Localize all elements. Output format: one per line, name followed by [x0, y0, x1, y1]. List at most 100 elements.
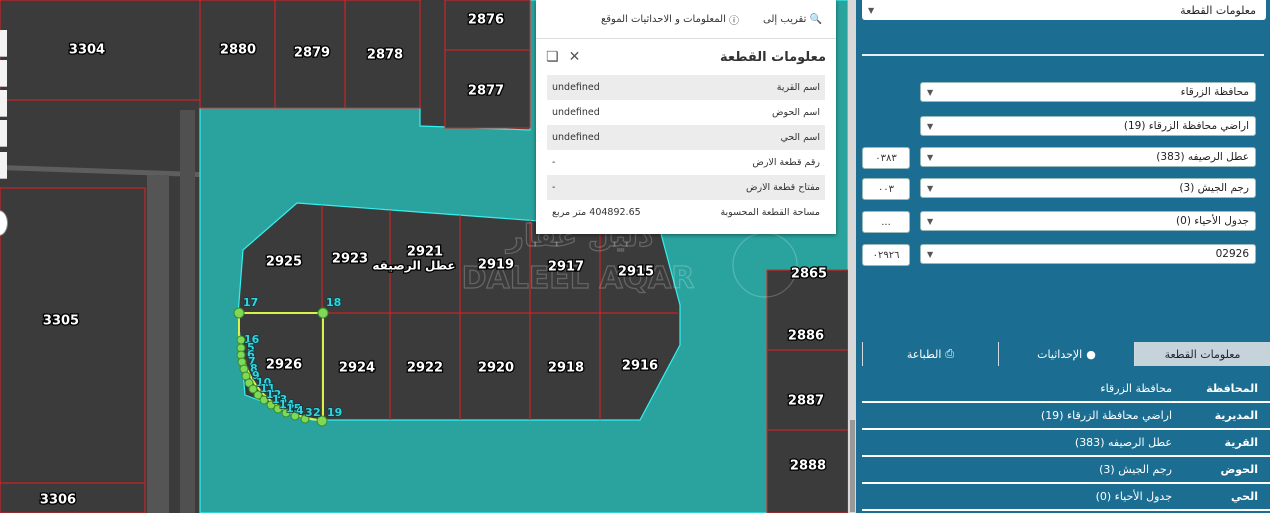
popup-table: اسم القرية undefined اسم الحوض undefined اسم… — [547, 75, 825, 225]
tab-parcel-info[interactable]: معلومات القطعة — [1134, 342, 1270, 366]
select-value: اراضي محافظة الزرقاء (19) — [1123, 120, 1249, 132]
road — [180, 110, 195, 513]
info-value: اراضي محافظة الزرقاء (19) — [1040, 409, 1172, 422]
code-input[interactable]: ... — [862, 211, 910, 233]
parcel-label[interactable]: 2926 — [265, 356, 304, 374]
map-tool-button[interactable] — [0, 90, 7, 117]
popup-title: معلومات القطعة — [720, 49, 826, 65]
vertex-label: 4 — [296, 404, 304, 417]
panel-tabs: معلومات القطعة ● الإحداثيات ⎙ الطباعة — [862, 342, 1270, 366]
code-input[interactable]: ٠٠٣ — [862, 178, 910, 200]
info-key: الحوض — [1220, 463, 1258, 476]
scrollbar-thumb[interactable] — [850, 420, 855, 512]
parcel-label[interactable]: 2922 — [406, 359, 445, 377]
info-value: عطل الرصيفه (383) — [1074, 436, 1172, 449]
parcel-label[interactable]: 2917 — [547, 258, 586, 276]
pin-icon: ● — [1086, 347, 1096, 361]
road — [147, 175, 169, 513]
zoom-to-button[interactable]: 🔍 تقريب إلى — [751, 14, 822, 25]
popup-key: اسم الحوض — [771, 107, 820, 118]
info-key: المحافظة — [1206, 382, 1258, 395]
parcel-label[interactable]: 2876 — [467, 11, 506, 29]
panel-mode-select[interactable]: معلومات القطعة ▼ — [862, 0, 1266, 20]
vertex-label: 2 — [313, 406, 321, 419]
info-row: المحافظة محافظة الزرقاء — [862, 376, 1270, 403]
parcel-label[interactable]: 2880 — [219, 41, 258, 59]
info-coords-button[interactable]: ⓘ المعلومات و الاحداثيات الموقع — [589, 12, 739, 27]
popup-key: اسم الحي — [695, 125, 825, 150]
location-select[interactable]: 02926 ▼ — [920, 244, 1256, 264]
location-select[interactable]: اراضي محافظة الزرقاء (19) ▼ — [920, 116, 1256, 136]
parcel-popup: 🔍 تقريب إلى ⓘ المعلومات و الاحداثيات الم… — [536, 0, 836, 234]
map-tool-button[interactable] — [0, 120, 7, 147]
popup-value: - — [547, 175, 695, 200]
vertex-point[interactable] — [233, 307, 245, 319]
chevron-down-icon: ▼ — [927, 183, 934, 193]
info-value: جدول الأحياء (0) — [1095, 490, 1172, 503]
select-value: جدول الأحياء (0) — [1176, 215, 1249, 227]
parcel-label[interactable]: 3304 — [68, 41, 107, 59]
popup-key: اسم القرية — [695, 75, 825, 100]
close-icon[interactable]: ✕ — [569, 49, 581, 65]
select-value: 02926 — [1215, 248, 1249, 260]
parcel-label[interactable]: 2919 — [477, 256, 516, 274]
side-panel: معلومات القطعة ▼ محافظة الزرقاء ▼ اراضي مح… — [856, 0, 1270, 513]
tab-label: معلومات القطعة — [1164, 347, 1241, 361]
popup-row: اسم الحي undefined — [547, 125, 825, 150]
popup-row: اسم الحوض undefined — [547, 100, 825, 125]
parcel-label[interactable]: 2921 — [406, 243, 445, 261]
parcel-label[interactable]: 2865 — [790, 265, 829, 283]
code-input[interactable]: ٠٣٨٣ — [862, 147, 910, 169]
location-select[interactable]: رجم الجيش (3) ▼ — [920, 178, 1256, 198]
popup-value: undefined — [552, 107, 600, 118]
popup-row: مفتاح قطعة الارض - — [547, 175, 825, 200]
parcel-label[interactable]: 3306 — [39, 491, 78, 509]
select-value: محافظة الزرقاء — [1180, 86, 1249, 98]
select-value: رجم الجيش (3) — [1179, 182, 1249, 194]
parcel-label[interactable]: 2886 — [787, 327, 826, 345]
parcel-label[interactable]: 2888 — [789, 457, 828, 475]
info-value: محافظة الزرقاء — [1100, 382, 1172, 395]
popup-value: - — [552, 157, 556, 168]
info-value: رجم الجيش (3) — [1099, 463, 1172, 476]
parcel-label[interactable]: 2879 — [293, 44, 332, 62]
parcel-label[interactable]: 2924 — [338, 359, 377, 377]
print-icon: ⎙ — [945, 347, 955, 360]
info-row: الحي جدول الأحياء (0) — [862, 484, 1270, 511]
parcel-label[interactable]: 2916 — [621, 357, 660, 375]
parcel-label[interactable]: 2923 — [331, 250, 370, 268]
map-tool-button[interactable] — [0, 152, 7, 179]
parcel-label[interactable]: 2925 — [265, 253, 304, 271]
map-tool-button[interactable] — [0, 60, 7, 87]
info-row: الحوض رجم الجيش (3) — [862, 457, 1270, 484]
zoom-to-label: تقريب إلى — [763, 13, 807, 25]
location-select[interactable]: محافظة الزرقاء ▼ — [920, 82, 1256, 102]
popup-row: مساحة القطعة المحسوبة 404892.65 متر مربع — [547, 200, 825, 225]
chevron-down-icon: ▼ — [927, 121, 934, 131]
vertex-label: 18 — [326, 296, 341, 309]
parcel-label[interactable]: 2920 — [477, 359, 516, 377]
chevron-down-icon: ▼ — [927, 87, 934, 97]
parcel-label[interactable]: 2878 — [366, 46, 405, 64]
parcel-label[interactable]: 3305 — [42, 312, 81, 330]
select-value: عطل الرصيفه (383) — [1156, 151, 1249, 163]
parcel-info-table: المحافظة محافظة الزرقاء المديرية اراضي محاف… — [862, 376, 1270, 511]
popup-value: 404892.65 متر مربع — [552, 207, 641, 218]
map-tool-button[interactable] — [0, 30, 7, 57]
parcel-label[interactable]: 2918 — [547, 359, 586, 377]
code-input[interactable]: ٠٢٩٢٦ — [862, 244, 910, 266]
location-select[interactable]: جدول الأحياء (0) ▼ — [920, 211, 1256, 231]
popup-toolbar: 🔍 تقريب إلى ⓘ المعلومات و الاحداثيات الم… — [536, 0, 836, 39]
popup-key: مساحة القطعة المحسوبة — [720, 207, 820, 218]
tab-label: الإحداثيات — [1037, 347, 1083, 361]
tab-print[interactable]: ⎙ الطباعة — [862, 342, 998, 366]
parcel-label[interactable]: 2877 — [467, 82, 506, 100]
parcel-label[interactable]: 2887 — [787, 392, 826, 410]
tab-coordinates[interactable]: ● الإحداثيات — [998, 342, 1134, 366]
parcel-label[interactable]: 2915 — [617, 263, 656, 281]
vertex-point[interactable] — [317, 307, 329, 319]
location-select[interactable]: عطل الرصيفه (383) ▼ — [920, 147, 1256, 167]
restore-icon[interactable]: ❏ — [546, 49, 559, 65]
info-key: القرية — [1224, 436, 1258, 449]
chevron-down-icon: ▼ — [868, 5, 875, 15]
